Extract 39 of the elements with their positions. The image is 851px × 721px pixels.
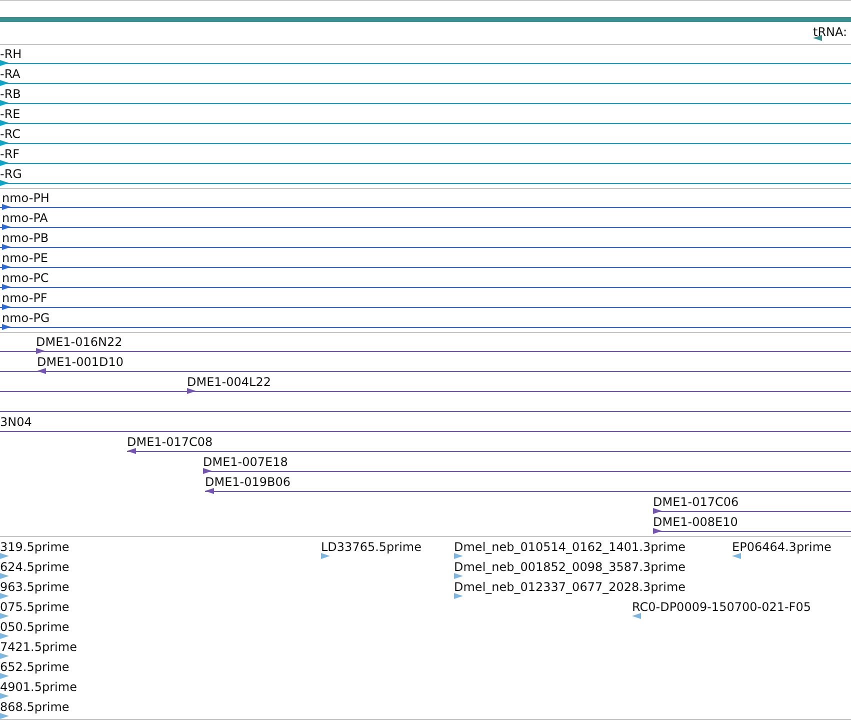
feature-label[interactable]: 3N04	[0, 415, 32, 429]
feature-label[interactable]: -RA	[0, 67, 20, 81]
feature-label[interactable]: Dmel_neb_012337_0677_2028.3prime	[454, 580, 686, 594]
feature-label[interactable]: LD33765.5prime	[321, 540, 422, 554]
feature-label[interactable]: 963.5prime	[0, 580, 70, 594]
feature-label[interactable]: DME1-016N22	[36, 335, 122, 349]
feature-label[interactable]: DME1-017C08	[127, 435, 213, 449]
feature-label[interactable]: -RE	[0, 107, 20, 121]
feature-label[interactable]: -RC	[0, 127, 20, 141]
feature-label[interactable]: -RH	[0, 47, 22, 61]
feature-label[interactable]: DME1-004L22	[187, 375, 271, 389]
feature-label[interactable]: 7421.5prime	[0, 640, 77, 654]
feature-label[interactable]: tRNA:	[813, 25, 848, 39]
feature-label[interactable]: 868.5prime	[0, 700, 70, 714]
feature-label[interactable]: Dmel_neb_001852_0098_3587.3prime	[454, 560, 686, 574]
feature-label[interactable]: Dmel_neb_010514_0162_1401.3prime	[454, 540, 686, 554]
feature-label[interactable]: 4901.5prime	[0, 680, 77, 694]
feature-label[interactable]: DME1-001D10	[37, 355, 124, 369]
feature-label[interactable]: nmo-PE	[2, 251, 48, 265]
feature-label[interactable]: 624.5prime	[0, 560, 70, 574]
feature-label[interactable]: DME1-007E18	[203, 455, 288, 469]
feature-label[interactable]: RC0-DP0009-150700-021-F05	[632, 600, 811, 614]
feature-label[interactable]: nmo-PF	[2, 291, 48, 305]
feature-label[interactable]: nmo-PC	[2, 271, 49, 285]
feature-label[interactable]: nmo-PA	[2, 211, 48, 225]
feature-label[interactable]: nmo-PB	[2, 231, 49, 245]
feature-label[interactable]: -RF	[0, 147, 20, 161]
feature-label[interactable]: 652.5prime	[0, 660, 70, 674]
feature-label[interactable]: DME1-008E10	[653, 515, 738, 529]
feature-label[interactable]: nmo-PG	[2, 311, 50, 325]
feature-label[interactable]: DME1-017C06	[653, 495, 739, 509]
feature-label[interactable]: EP06464.3prime	[732, 540, 832, 554]
feature-label[interactable]: -RB	[0, 87, 21, 101]
feature-label[interactable]: DME1-019B06	[205, 475, 291, 489]
feature-label[interactable]: 319.5prime	[0, 540, 70, 554]
feature-label[interactable]: nmo-PH	[2, 191, 50, 205]
feature-label[interactable]: -RG	[0, 167, 22, 181]
feature-label[interactable]: 075.5prime	[0, 600, 70, 614]
feature-label[interactable]: 050.5prime	[0, 620, 70, 634]
